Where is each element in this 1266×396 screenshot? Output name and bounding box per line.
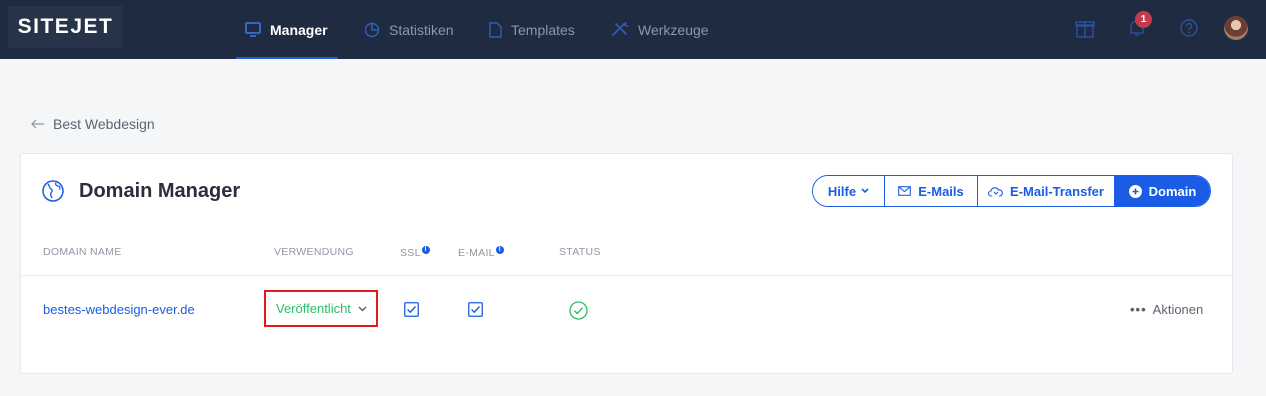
status-ok-icon xyxy=(569,301,588,320)
sitejet-logo[interactable]: SITEJET xyxy=(8,6,123,48)
email-transfer-button[interactable]: E-Mail-Transfer xyxy=(978,176,1115,206)
ssl-header-label: SSL xyxy=(400,247,421,259)
help-icon[interactable] xyxy=(1178,17,1200,39)
globe-icon xyxy=(42,180,64,202)
ssl-checkbox[interactable] xyxy=(404,302,419,317)
actions-label: Aktionen xyxy=(1152,302,1204,317)
notification-badge: 1 xyxy=(1135,11,1152,28)
breadcrumb[interactable]: Best Webdesign xyxy=(31,116,155,132)
column-header-domain-name[interactable]: DOMAIN NAME xyxy=(43,246,122,258)
column-header-usage[interactable]: VERWENDUNG xyxy=(274,246,354,258)
nav-item-templates[interactable]: Templates xyxy=(462,0,586,59)
nav-item-manager[interactable]: Manager xyxy=(236,0,338,59)
page-title: Domain Manager xyxy=(41,179,240,203)
column-header-status[interactable]: STATUS xyxy=(559,246,601,258)
column-header-email[interactable]: E-MAIL i xyxy=(458,246,504,259)
info-icon[interactable]: i xyxy=(495,246,504,254)
nav-item-label: Templates xyxy=(511,21,575,38)
main-nav: Manager Statistiken Templates Werkzeuge xyxy=(236,0,709,59)
table-divider xyxy=(21,275,1232,276)
nav-item-statistiken[interactable]: Statistiken xyxy=(338,0,462,59)
mail-icon xyxy=(898,186,912,196)
plus-circle-icon xyxy=(1128,184,1142,198)
breadcrumb-label: Best Webdesign xyxy=(53,116,155,132)
info-icon[interactable]: i xyxy=(421,246,430,254)
tools-icon xyxy=(612,22,628,36)
user-avatar[interactable] xyxy=(1224,16,1248,40)
emails-label: E-Mails xyxy=(918,183,964,199)
gift-icon[interactable] xyxy=(1074,17,1096,39)
emails-button[interactable]: E-Mails xyxy=(885,176,978,206)
domain-name-link[interactable]: bestes-webdesign-ever.de xyxy=(43,302,195,317)
column-header-ssl[interactable]: SSL i xyxy=(400,246,430,259)
nav-item-label: Statistiken xyxy=(389,21,454,38)
cloud-transfer-icon xyxy=(988,186,1003,197)
nav-item-label: Manager xyxy=(270,21,328,38)
chevron-down-icon xyxy=(861,188,869,194)
hilfe-label: Hilfe xyxy=(827,183,857,199)
add-domain-label: Domain xyxy=(1148,183,1197,199)
arrow-left-icon xyxy=(31,119,44,129)
usage-status-dropdown[interactable]: Veröffentlicht xyxy=(264,290,378,327)
hilfe-dropdown-button[interactable]: Hilfe xyxy=(813,176,885,206)
nav-item-werkzeuge[interactable]: Werkzeuge xyxy=(586,0,709,59)
top-navigation-bar: SITEJET Manager Statistiken Templates We… xyxy=(0,0,1266,59)
chevron-down-icon xyxy=(358,305,367,312)
more-dots-icon: ••• xyxy=(1130,302,1147,317)
email-checkbox[interactable] xyxy=(468,302,483,317)
page-title-text: Domain Manager xyxy=(79,179,241,202)
add-domain-button[interactable]: Domain xyxy=(1115,176,1210,206)
email-header-label: E-MAIL xyxy=(458,247,495,259)
nav-item-label: Werkzeuge xyxy=(638,21,709,38)
action-button-group: Hilfe E-Mails E-Mail-Transfer Domain xyxy=(812,175,1211,207)
pie-chart-icon xyxy=(364,22,380,37)
row-actions-button[interactable]: ••• Aktionen xyxy=(1130,302,1203,317)
document-icon xyxy=(489,21,502,38)
monitor-icon xyxy=(245,22,261,37)
usage-status-value: Veröffentlicht xyxy=(276,301,351,316)
email-transfer-label: E-Mail-Transfer xyxy=(1010,183,1104,199)
